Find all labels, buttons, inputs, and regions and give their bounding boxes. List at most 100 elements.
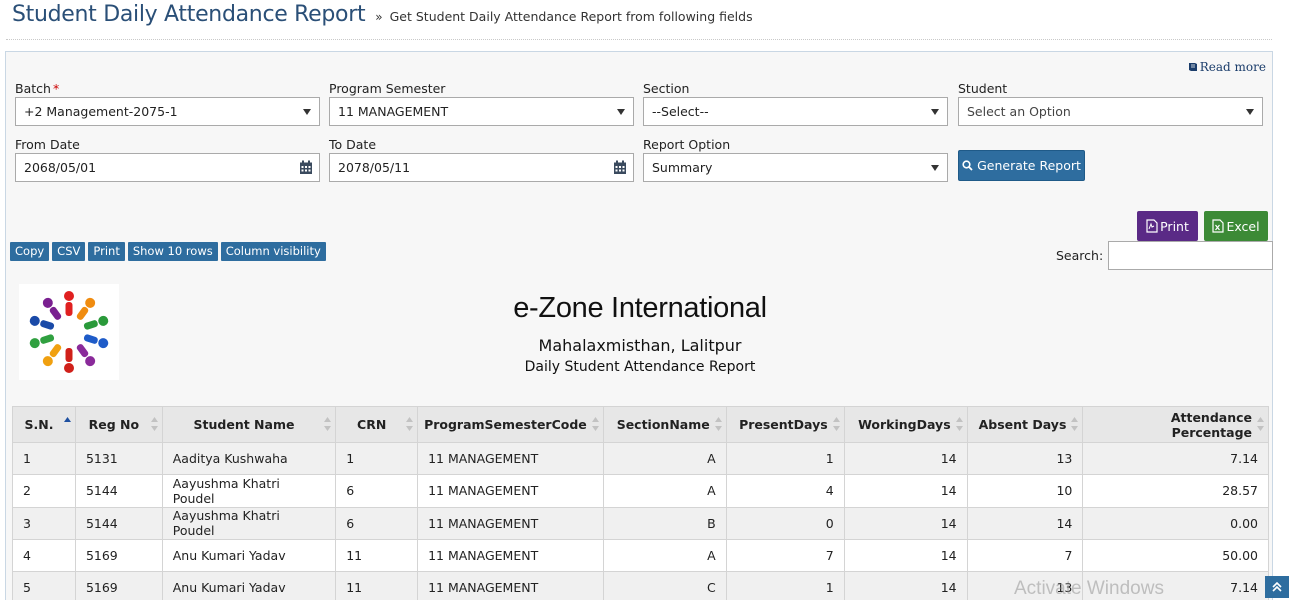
windows-activation-watermark: Activate Windows xyxy=(1014,578,1164,599)
scroll-to-top-button[interactable] xyxy=(1265,576,1289,598)
table-row: 4 5169 Anu Kumari Yadav 11 11 MANAGEMENT… xyxy=(12,538,1269,573)
table-print-button[interactable]: Print xyxy=(88,242,125,261)
column-header[interactable]: S.N. xyxy=(12,406,76,443)
present-days-cell: 1 xyxy=(725,571,845,600)
subtitle-arrow: » xyxy=(375,10,383,24)
column-header[interactable]: CRN xyxy=(335,406,419,443)
student-name-cell: Anu Kumari Yadav xyxy=(161,538,337,573)
section-cell: C xyxy=(602,571,727,600)
caret-down-icon xyxy=(1246,109,1254,115)
column-header[interactable]: Attendance Percentage xyxy=(1082,406,1269,443)
table-row: 3 5144 Aayushma Khatri Poudel 6 11 MANAG… xyxy=(12,506,1269,540)
organization-address: Mahalaxmisthan, Lalitpur xyxy=(538,336,742,355)
present-days-cell: 4 xyxy=(725,474,845,508)
sn-cell: 4 xyxy=(12,538,76,573)
sort-icon xyxy=(1257,417,1264,431)
from-date-input[interactable]: 2068/05/01 xyxy=(15,153,320,182)
reg-no-cell: 5169 xyxy=(74,538,163,573)
caret-down-icon xyxy=(617,109,625,115)
column-visibility-button[interactable]: Column visibility xyxy=(220,242,326,261)
working-days-cell: 14 xyxy=(843,571,968,600)
sort-icon xyxy=(1071,417,1079,431)
column-header[interactable]: SectionName xyxy=(602,406,727,443)
section-cell: A xyxy=(602,474,727,508)
program-semester-field: Program Semester 11 MANAGEMENT xyxy=(329,81,634,126)
search-input[interactable] xyxy=(1108,241,1274,270)
to-date-label: To Date xyxy=(329,137,377,152)
organization-name: e-Zone International xyxy=(513,292,767,324)
student-name-cell: Aaditya Kushwaha xyxy=(161,441,337,476)
attendance-percentage-cell: 28.57 xyxy=(1082,474,1269,508)
calendar-icon[interactable] xyxy=(299,160,313,175)
page-header: Student Daily Attendance Report » Get St… xyxy=(12,0,753,34)
table-row: 2 5144 Aayushma Khatri Poudel 6 11 MANAG… xyxy=(12,474,1269,508)
report-option-field: Report Option Summary xyxy=(643,137,948,182)
program-semester-cell: 11 MANAGEMENT xyxy=(417,538,604,573)
page-title: Student Daily Attendance Report xyxy=(12,2,366,27)
sn-cell: 1 xyxy=(12,441,76,476)
double-chevron-up-icon xyxy=(1272,582,1282,592)
program-semester-cell: 11 MANAGEMENT xyxy=(417,571,604,600)
crn-cell: 1 xyxy=(335,441,419,476)
report-title: Daily Student Attendance Report xyxy=(524,359,756,375)
crn-cell: 11 xyxy=(335,538,419,573)
absent-days-cell: 10 xyxy=(966,474,1084,508)
reg-no-cell: 5144 xyxy=(74,506,163,540)
page-subtitle: » Get Student Daily Attendance Report fr… xyxy=(375,9,752,24)
working-days-cell: 14 xyxy=(843,441,968,476)
column-header[interactable]: Absent Days xyxy=(966,406,1084,443)
attendance-percentage-cell: 50.00 xyxy=(1082,538,1269,573)
column-header[interactable]: Student Name xyxy=(161,406,337,443)
to-date-input[interactable]: 2078/05/11 xyxy=(329,153,634,182)
pdf-icon xyxy=(1146,219,1158,233)
absent-days-cell: 7 xyxy=(966,538,1084,573)
batch-label: Batch * xyxy=(15,81,60,96)
student-label: Student xyxy=(958,81,1008,96)
column-header[interactable]: ProgramSemesterCode xyxy=(417,406,604,443)
working-days-cell: 14 xyxy=(843,506,968,540)
section-field: Section --Select-- xyxy=(643,81,948,126)
attendance-table: S.N. Reg No Student Name CRN ProgramSeme… xyxy=(12,406,1269,600)
csv-button[interactable]: CSV xyxy=(52,242,86,261)
section-cell: A xyxy=(602,538,727,573)
report-panel: Read more Batch * +2 Management-2075-1 Pr… xyxy=(5,51,1274,600)
reg-no-cell: 5131 xyxy=(74,441,163,476)
column-header[interactable]: Reg No xyxy=(74,406,163,443)
working-days-cell: 14 xyxy=(843,474,968,508)
excel-button[interactable]: Excel xyxy=(1204,211,1268,241)
student-name-cell: Aayushma Khatri Poudel xyxy=(161,506,337,540)
section-select[interactable]: --Select-- xyxy=(643,97,948,126)
report-option-label: Report Option xyxy=(643,137,731,152)
book-icon xyxy=(1188,63,1197,71)
table-row: 1 5131 Aaditya Kushwaha 1 11 MANAGEMENT … xyxy=(12,441,1269,476)
batch-select[interactable]: +2 Management-2075-1 xyxy=(15,97,320,126)
absent-days-cell: 14 xyxy=(966,506,1084,540)
section-label: Section xyxy=(643,81,690,96)
sort-asc-icon xyxy=(63,417,71,422)
program-semester-select[interactable]: 11 MANAGEMENT xyxy=(329,97,634,126)
calendar-icon[interactable] xyxy=(613,160,627,175)
copy-button[interactable]: Copy xyxy=(10,242,50,261)
report-option-select[interactable]: Summary xyxy=(643,153,948,182)
student-select[interactable]: Select an Option xyxy=(958,97,1263,126)
excel-icon xyxy=(1212,219,1225,233)
column-header[interactable]: WorkingDays xyxy=(843,406,968,443)
reg-no-cell: 5144 xyxy=(74,474,163,508)
sort-icon xyxy=(832,417,840,431)
print-button[interactable]: Print xyxy=(1137,211,1198,241)
sn-cell: 5 xyxy=(12,571,76,600)
subtitle-text: Get Student Daily Attendance Report from… xyxy=(389,9,753,24)
header-divider xyxy=(6,39,1272,40)
caret-down-icon xyxy=(931,109,939,115)
table-search: Search: xyxy=(1056,241,1274,270)
from-date-field: From Date 2068/05/01 xyxy=(15,137,320,182)
crn-cell: 6 xyxy=(335,474,419,508)
program-semester-label: Program Semester xyxy=(329,81,446,96)
sort-icon xyxy=(955,417,963,431)
column-header[interactable]: PresentDays xyxy=(725,406,845,443)
show-rows-button[interactable]: Show 10 rows xyxy=(127,242,218,261)
section-cell: A xyxy=(602,441,727,476)
read-more-link[interactable]: Read more xyxy=(1188,60,1266,74)
generate-report-button[interactable]: Generate Report xyxy=(958,150,1085,181)
present-days-cell: 7 xyxy=(725,538,845,573)
